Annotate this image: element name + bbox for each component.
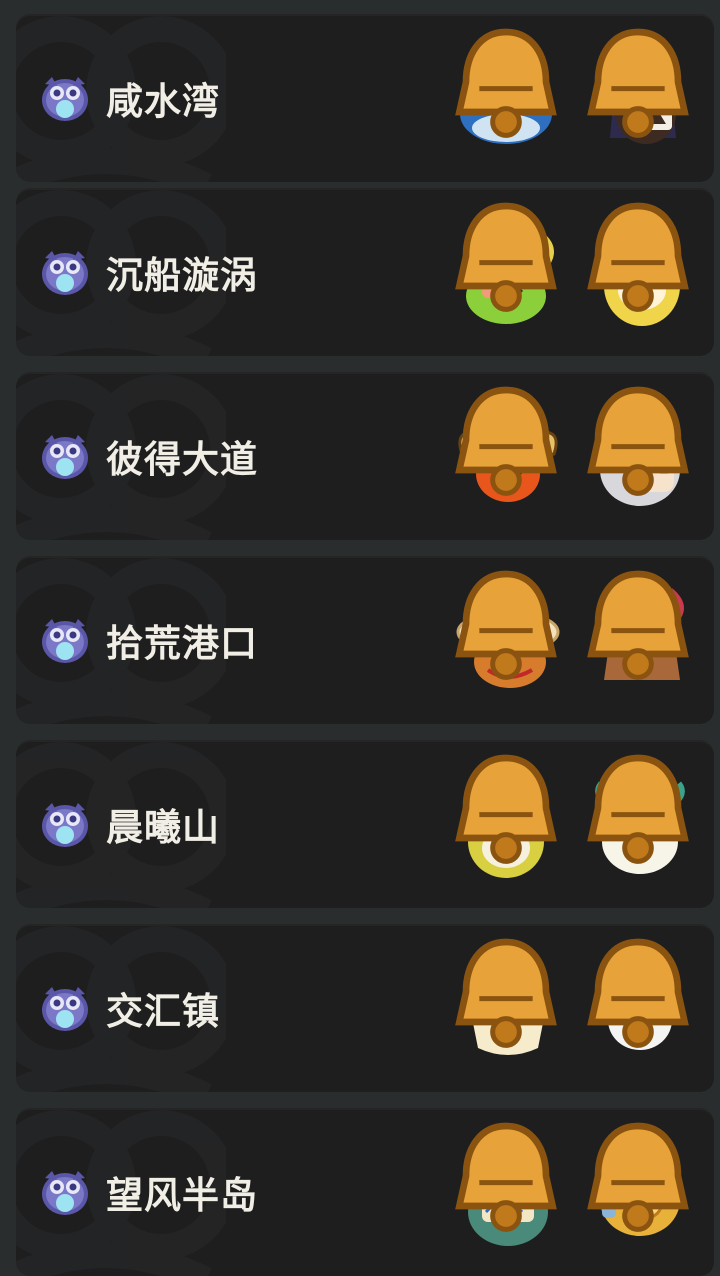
bell-icon xyxy=(578,22,698,142)
bell-icon xyxy=(578,1116,698,1236)
gear-robot-pet-icon[interactable] xyxy=(580,1132,700,1252)
region-name: 彼得大道 xyxy=(106,438,258,481)
region-row[interactable]: 沉船漩涡 xyxy=(16,188,714,356)
blue-crystal-whale-pet-icon[interactable] xyxy=(448,38,568,158)
owl-badge-icon xyxy=(40,799,90,849)
hooded-hourglass-pet-icon[interactable] xyxy=(580,38,700,158)
bell-icon xyxy=(446,1116,566,1236)
antler-bird-pet-icon[interactable] xyxy=(580,764,700,884)
bell-icon xyxy=(578,196,698,316)
region-name: 咸水湾 xyxy=(106,80,220,123)
owl-badge-icon xyxy=(40,983,90,1033)
owl-badge-icon xyxy=(40,73,90,123)
owl-badge-icon xyxy=(40,615,90,665)
bell-icon xyxy=(446,564,566,684)
region-row[interactable]: 望风半岛 xyxy=(16,1108,714,1276)
owl-badge-icon xyxy=(40,1167,90,1217)
yellow-sprout-pet-icon[interactable] xyxy=(580,212,700,332)
region-name: 拾荒港口 xyxy=(106,622,258,665)
region-row[interactable]: 晨曦山 xyxy=(16,740,714,908)
bell-icon xyxy=(578,564,698,684)
owl-badge-icon xyxy=(40,431,90,481)
robot-pod-pet-icon[interactable] xyxy=(448,1132,568,1252)
region-name: 望风半岛 xyxy=(106,1174,258,1217)
yellow-chick-pet-icon[interactable] xyxy=(448,948,568,1068)
region-name: 晨曦山 xyxy=(106,806,220,849)
green-slime-pet-icon[interactable] xyxy=(448,212,568,332)
bell-icon xyxy=(446,196,566,316)
bell-icon xyxy=(446,22,566,142)
bell-icon xyxy=(446,380,566,500)
region-name: 交汇镇 xyxy=(106,990,220,1033)
bell-icon xyxy=(578,932,698,1052)
region-row[interactable]: 彼得大道 xyxy=(16,372,714,540)
bell-icon xyxy=(578,380,698,500)
bell-icon xyxy=(446,932,566,1052)
region-row[interactable]: 拾荒港口 xyxy=(16,556,714,724)
red-horn-rock-pet-icon[interactable] xyxy=(580,580,700,700)
white-bird-pet-icon[interactable] xyxy=(580,948,700,1068)
bell-icon xyxy=(446,748,566,868)
region-list: 咸水湾 沉船漩涡 彼得大道 拾荒港口 晨曦山 交汇镇 望风半岛 xyxy=(0,0,720,1276)
owl-badge-icon xyxy=(40,247,90,297)
straw-hat-pet-icon[interactable] xyxy=(448,580,568,700)
region-name: 沉船漩涡 xyxy=(106,254,258,297)
region-row[interactable]: 交汇镇 xyxy=(16,924,714,1092)
region-row[interactable]: 咸水湾 xyxy=(16,14,714,182)
white-hair-pet-icon[interactable] xyxy=(580,396,700,516)
fire-horned-pet-icon[interactable] xyxy=(448,396,568,516)
bell-icon xyxy=(578,748,698,868)
flower-seed-pet-icon[interactable] xyxy=(448,764,568,884)
